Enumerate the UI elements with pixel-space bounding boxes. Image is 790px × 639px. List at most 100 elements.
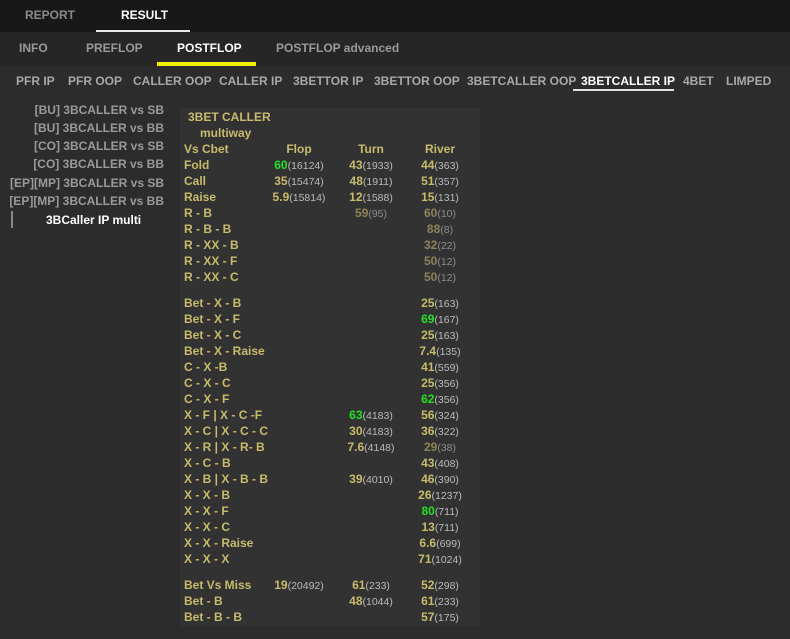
cell-sample-count: (15814) xyxy=(289,192,326,204)
cell-sample-count: (4148) xyxy=(364,442,395,454)
cell-river: 7.4(135) xyxy=(419,344,460,358)
header-turn: Turn xyxy=(358,142,384,156)
tab-3bettor-ip[interactable]: 3BETTOR IP xyxy=(293,74,363,88)
cell-river: 44(363) xyxy=(421,158,459,172)
row-label: Fold xyxy=(184,158,210,172)
cell-river: 57(175) xyxy=(421,610,459,624)
tab-caller-ip[interactable]: CALLER IP xyxy=(219,74,282,88)
cell-sample-count: (1044) xyxy=(362,596,393,608)
top-tab-bar: REPORT RESULT xyxy=(0,0,790,32)
cell-river: 50(12) xyxy=(424,270,456,284)
cell-sample-count: (135) xyxy=(436,346,461,358)
cell-river: 25(163) xyxy=(421,296,459,310)
row-label: R - XX - F xyxy=(184,254,238,268)
row-label: X - X - B xyxy=(184,488,231,502)
cell-value: 63 xyxy=(349,408,363,422)
cell-value: 25 xyxy=(421,376,435,390)
tab-postflop[interactable]: POSTFLOP xyxy=(177,41,242,55)
sidebar-item[interactable]: [BU] 3BCALLER vs SB xyxy=(35,103,164,117)
tab-3betcaller-ip[interactable]: 3BETCALLER IP xyxy=(581,74,675,88)
cell-sample-count: (233) xyxy=(434,596,459,608)
cell-turn: 7.6(4148) xyxy=(347,440,394,454)
cell-river: 43(408) xyxy=(421,456,459,470)
cell-value: 39 xyxy=(349,472,363,486)
cell-flop: 35(15474) xyxy=(274,174,324,188)
cell-sample-count: (356) xyxy=(434,394,459,406)
tab-info[interactable]: INFO xyxy=(19,41,48,55)
cell-value: 61 xyxy=(421,594,435,608)
cell-turn: 63(4183) xyxy=(349,408,393,422)
tab-pfr-ip[interactable]: PFR IP xyxy=(16,74,55,88)
table-subtitle: multiway xyxy=(200,126,252,140)
cell-value: 60 xyxy=(423,206,438,220)
cell-value: 88 xyxy=(426,222,441,236)
cell-river: 29(38) xyxy=(424,440,456,454)
cell-value: 59 xyxy=(354,206,369,220)
cell-sample-count: (324) xyxy=(434,410,459,422)
cell-value: 44 xyxy=(421,158,435,172)
row-label: X - B | X - B - B xyxy=(184,472,269,486)
cell-value: 7.6 xyxy=(347,440,365,454)
tab-report[interactable]: REPORT xyxy=(25,8,75,22)
cell-sample-count: (10) xyxy=(437,208,457,220)
cell-value: 57 xyxy=(421,610,435,624)
cell-sample-count: (357) xyxy=(434,176,459,188)
tab-postflop-advanced[interactable]: POSTFLOP advanced xyxy=(276,41,399,55)
cell-sample-count: (4183) xyxy=(362,426,393,438)
cell-sample-count: (12) xyxy=(437,272,457,284)
cell-sample-count: (711) xyxy=(434,522,459,534)
cell-value: 80 xyxy=(421,504,435,518)
sidebar-item[interactable]: [EP][MP] 3BCALLER vs BB xyxy=(9,194,164,208)
cell-value: 51 xyxy=(421,174,435,188)
cell-river: 13(711) xyxy=(421,520,458,534)
cell-river: 36(322) xyxy=(421,424,459,438)
row-label: R - B - B xyxy=(184,222,232,236)
cell-sample-count: (408) xyxy=(434,458,459,470)
cell-value: 43 xyxy=(421,456,435,470)
cell-sample-count: (20492) xyxy=(287,580,324,592)
sidebar-item-active[interactable]: 3BCaller IP multi xyxy=(46,213,141,227)
cell-turn: 12(1588) xyxy=(349,190,393,204)
sidebar-item[interactable]: [BU] 3BCALLER vs BB xyxy=(34,121,164,135)
cell-value: 71 xyxy=(418,552,432,566)
cell-turn: 61(233) xyxy=(352,578,390,592)
tab-3betcaller-oop[interactable]: 3BETCALLER OOP xyxy=(467,74,576,88)
cell-turn: 43(1933) xyxy=(349,158,393,172)
row-label: Call xyxy=(184,174,207,188)
row-label: Raise xyxy=(184,190,217,204)
cell-sample-count: (22) xyxy=(437,240,457,252)
sidebar-item[interactable]: [CO] 3BCALLER vs SB xyxy=(34,139,164,153)
cell-sample-count: (167) xyxy=(434,314,459,326)
active-position-underline xyxy=(573,89,674,91)
cell-value: 56 xyxy=(421,408,435,422)
row-label: Bet - X - B xyxy=(184,296,242,310)
cell-river: 69(167) xyxy=(421,312,459,326)
tab-limped[interactable]: LIMPED xyxy=(726,74,771,88)
cell-value: 5.9 xyxy=(272,190,290,204)
cell-river: 51(357) xyxy=(421,174,459,188)
tab-preflop[interactable]: PREFLOP xyxy=(86,41,143,55)
row-label: Bet - B xyxy=(184,594,223,608)
sidebar-item[interactable]: [CO] 3BCALLER vs BB xyxy=(33,157,164,171)
row-label: X - C | X - C - C xyxy=(184,424,269,438)
cell-river: 61(233) xyxy=(421,594,459,608)
cell-value: 48 xyxy=(349,174,363,188)
row-label: X - X - C xyxy=(184,520,231,534)
cell-river: 46(390) xyxy=(421,472,459,486)
tab-result[interactable]: RESULT xyxy=(121,8,168,22)
tab-pfr-oop[interactable]: PFR OOP xyxy=(68,74,122,88)
sidebar-item[interactable]: [EP][MP] 3BCALLER vs SB xyxy=(10,176,164,190)
cell-river: 15(131) xyxy=(421,190,459,204)
tab-4bet[interactable]: 4BET xyxy=(683,74,714,88)
cell-river: 62(356) xyxy=(421,392,459,406)
tab-caller-oop[interactable]: CALLER OOP xyxy=(133,74,212,88)
cell-river: 56(324) xyxy=(421,408,459,422)
cell-turn: 39(4010) xyxy=(349,472,393,486)
tab-3bettor-oop[interactable]: 3BETTOR OOP xyxy=(374,74,460,88)
row-label: Bet Vs Miss xyxy=(184,578,252,592)
cell-river: 50(12) xyxy=(424,254,456,268)
cell-sample-count: (1237) xyxy=(431,490,462,502)
cell-river: 6.6(699) xyxy=(419,536,460,550)
cell-sample-count: (356) xyxy=(434,378,459,390)
cell-sample-count: (12) xyxy=(437,256,457,268)
